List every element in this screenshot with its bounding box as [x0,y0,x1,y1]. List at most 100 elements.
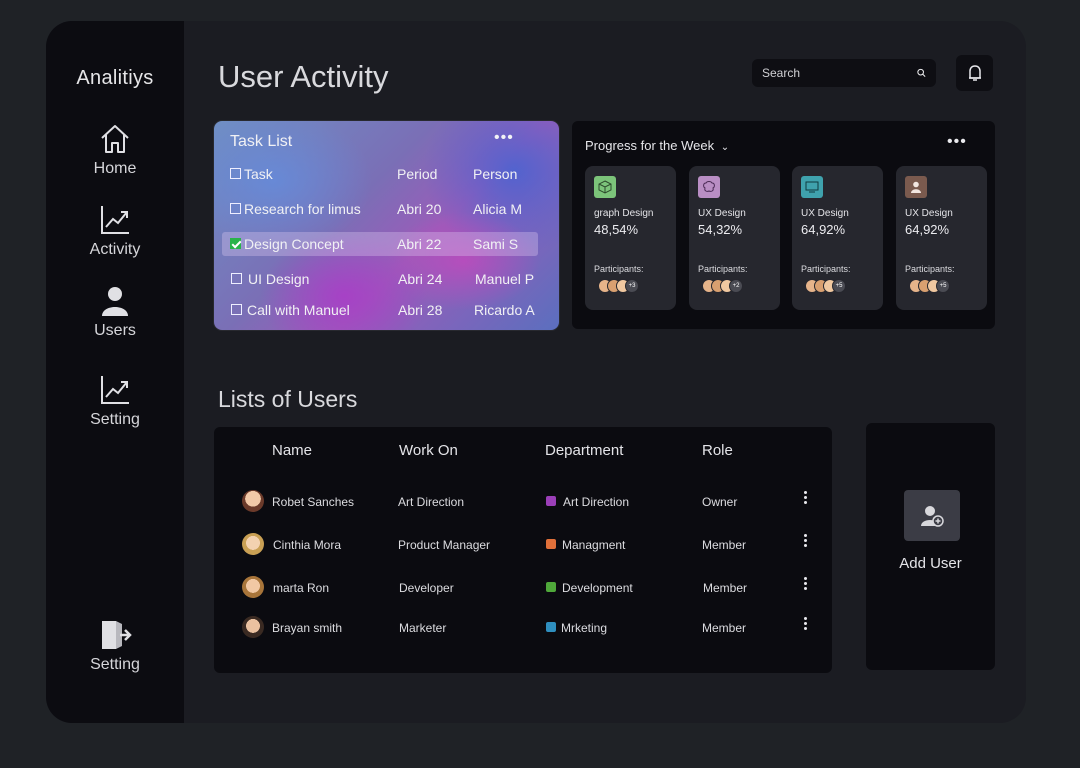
user-work: Art Direction [398,495,465,509]
search-box[interactable] [752,59,936,87]
search-icon[interactable] [917,65,926,81]
sidebar-item-home[interactable]: Home [46,122,184,178]
task-person: Sami S [473,236,519,252]
logout-icon [102,621,132,649]
name-header: Name [272,442,313,459]
user-department: Managment [562,538,626,552]
notification-button[interactable] [956,55,993,91]
sidebar-item-users[interactable]: Users [46,284,184,340]
avatar [242,616,264,638]
task-list-title: Task List [230,133,293,150]
table-row[interactable]: Robet Sanches Art Direction Art Directio… [214,489,832,519]
user-role: Member [702,621,747,635]
avatar [242,490,264,512]
sidebar-item-activity[interactable]: Activity [46,203,184,259]
chart-icon [101,206,129,234]
row-menu-icon[interactable] [800,532,810,552]
user-name: marta Ron [273,581,330,595]
task-row[interactable]: UI Design Abri 24 Manuel P [214,267,559,291]
participants-more-badge: +2 [729,279,743,293]
add-user-icon [921,505,944,527]
sidebar-item-label: Setting [90,411,140,428]
work-header: Work On [399,442,458,459]
project-name: graph Design [594,208,654,219]
progress-card[interactable]: graph Design 48,54% Participants: +3 [585,166,676,310]
task-checkbox[interactable] [230,238,241,249]
task-period: Abri 24 [398,271,443,287]
sidebar: Analitiys Home Activity Users Setting Se… [46,21,184,723]
bell-icon [968,65,981,81]
participants-label: Participants: [698,264,748,274]
user-name: Robet Sanches [272,495,355,509]
app-window: Analitiys Home Activity Users Setting Se… [46,21,1026,723]
progress-card[interactable]: UX Design 54,32% Participants: +2 [689,166,780,310]
participants-more-badge: +3 [625,279,639,293]
sidebar-item-label: Activity [89,241,141,258]
sidebar-item-setting[interactable]: Setting [46,373,184,429]
task-list-card: Task List ••• Task Period Person Researc… [214,121,559,330]
task-checkbox[interactable] [230,203,241,214]
sidebar-item-logout[interactable]: Setting [46,618,184,674]
task-person: Manuel P [475,271,535,287]
row-menu-icon[interactable] [800,575,810,595]
task-row[interactable]: Research for limus Abri 20 Alicia M [214,197,559,221]
chevron-down-icon: ⌄ [720,142,730,153]
task-period: Abri 22 [397,236,442,252]
user-name: Cinthia Mora [273,538,342,552]
row-menu-icon[interactable] [800,489,810,509]
task-person: Alicia M [473,201,523,217]
more-options-icon[interactable]: ••• [494,129,514,147]
user-work: Marketer [399,621,447,635]
more-options-icon[interactable]: ••• [947,133,967,151]
progress-card[interactable]: UX Design 64,92% Participants: +5 [896,166,987,310]
participants-label: Participants: [594,264,644,274]
period-header: Period [397,166,438,182]
task-person: Ricardo A [474,302,535,318]
project-name: UX Design [801,208,849,219]
user-role: Owner [702,495,738,509]
task-list-header: Task Period Person [214,162,559,186]
person-header: Person [473,166,518,182]
select-all-checkbox[interactable] [230,168,241,179]
project-percent: 64,92% [905,222,950,237]
task-name: Call with Manuel [247,302,350,318]
table-row[interactable]: Brayan smith Marketer Mrketing Member [214,615,832,645]
user-name: Brayan smith [272,621,343,635]
task-row-selected[interactable]: Design Concept Abri 22 Sami S [222,232,538,256]
department-color [546,622,556,632]
task-header: Task [244,166,273,182]
task-checkbox[interactable] [231,273,242,284]
add-user-icon-button[interactable] [904,490,960,541]
sidebar-item-label: Home [93,160,137,177]
progress-dropdown[interactable]: Progress for the Week ⌄ [585,138,729,153]
department-color [546,496,556,506]
table-row[interactable]: marta Ron Developer Development Member [214,575,832,605]
brand-logo: Analitiys [76,67,154,89]
project-percent: 64,92% [801,222,846,237]
chart-icon [101,376,129,404]
task-period: Abri 20 [397,201,442,217]
brain-icon [698,176,720,198]
progress-card[interactable]: UX Design 64,92% Participants: +5 [792,166,883,310]
task-checkbox[interactable] [231,304,242,315]
user-icon [102,287,128,316]
user-department: Mrketing [561,621,608,635]
user-department: Art Direction [563,495,630,509]
table-row[interactable]: Cinthia Mora Product Manager Managment M… [214,532,832,562]
project-name: UX Design [905,208,953,219]
task-name: Research for limus [244,201,361,217]
search-input[interactable] [762,66,917,80]
users-table: Name Work On Department Role Robet Sanch… [214,427,832,673]
user-role: Member [703,581,748,595]
user-department: Development [562,581,633,595]
participants-label: Participants: [905,264,955,274]
project-name: UX Design [698,208,746,219]
department-color [546,582,556,592]
person-icon [905,176,927,198]
add-user-button[interactable]: Add User [866,423,995,670]
user-role: Member [702,538,747,552]
row-menu-icon[interactable] [800,615,810,635]
user-work: Developer [399,581,454,595]
task-row[interactable]: Call with Manuel Abri 28 Ricardo A [214,298,559,322]
home-icon [101,125,129,153]
